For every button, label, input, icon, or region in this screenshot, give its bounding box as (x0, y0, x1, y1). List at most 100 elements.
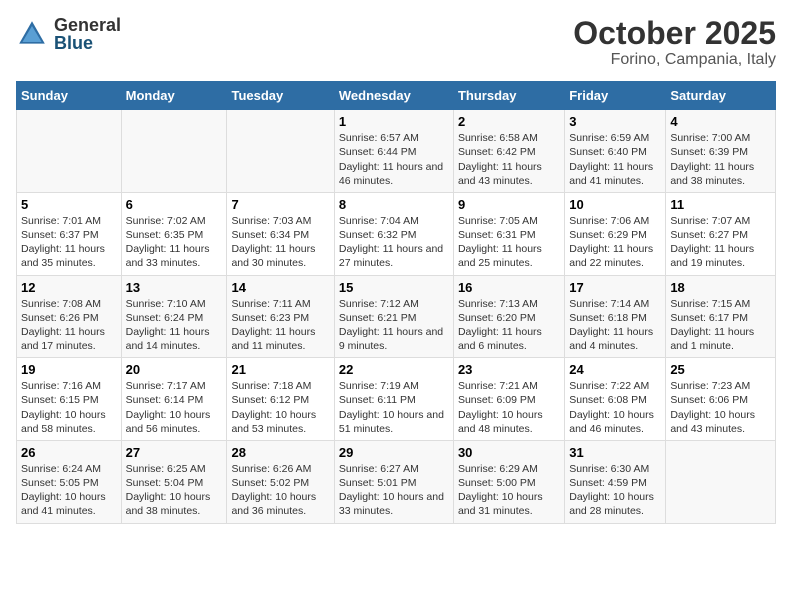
calendar-cell: 13 Sunrise: 7:10 AM Sunset: 6:24 PM Dayli… (121, 275, 227, 358)
calendar-cell: 26Sunrise: 6:24 AM Sunset: 5:05 PM Dayli… (17, 440, 122, 523)
day-info: Sunrise: 6:58 AM Sunset: 6:42 PM Dayligh… (458, 131, 560, 188)
day-info: Sunrise: 6:25 AM Sunset: 5:04 PM Dayligh… (126, 462, 223, 519)
day-number: 4 (670, 114, 771, 129)
calendar-cell (17, 110, 122, 193)
day-info: Sunrise: 7:14 AM Sunset: 6:18 PM Dayligh… (569, 297, 661, 354)
day-number: 23 (458, 362, 560, 377)
logo-general: General (54, 16, 121, 34)
day-number: 11 (670, 197, 771, 212)
day-info: Sunrise: 7:16 AM Sunset: 6:15 PM Dayligh… (21, 379, 117, 436)
days-header-row: SundayMondayTuesdayWednesdayThursdayFrid… (17, 82, 776, 110)
day-number: 6 (126, 197, 223, 212)
page-header: General Blue October 2025 Forino, Campan… (16, 16, 776, 69)
day-info: Sunrise: 6:59 AM Sunset: 6:40 PM Dayligh… (569, 131, 661, 188)
day-info: Sunrise: 7:00 AM Sunset: 6:39 PM Dayligh… (670, 131, 771, 188)
week-row-4: 19Sunrise: 7:16 AM Sunset: 6:15 PM Dayli… (17, 358, 776, 441)
calendar-cell: 14 Sunrise: 7:11 AM Sunset: 6:23 PM Dayli… (227, 275, 334, 358)
header-tuesday: Tuesday (227, 82, 334, 110)
calendar-cell: 16 Sunrise: 7:13 AM Sunset: 6:20 PM Dayli… (453, 275, 564, 358)
calendar-cell: 10 Sunrise: 7:06 AM Sunset: 6:29 PM Dayli… (565, 192, 666, 275)
calendar-cell (227, 110, 334, 193)
calendar-cell: 11 Sunrise: 7:07 AM Sunset: 6:27 PM Dayli… (666, 192, 776, 275)
week-row-2: 5Sunrise: 7:01 AM Sunset: 6:37 PM Daylig… (17, 192, 776, 275)
calendar-cell: 9 Sunrise: 7:05 AM Sunset: 6:31 PM Daylig… (453, 192, 564, 275)
calendar-cell: 1 Sunrise: 6:57 AM Sunset: 6:44 PM Daylig… (334, 110, 453, 193)
day-info: Sunrise: 7:06 AM Sunset: 6:29 PM Dayligh… (569, 214, 661, 271)
day-number: 30 (458, 445, 560, 460)
day-number: 3 (569, 114, 661, 129)
day-info: Sunrise: 7:22 AM Sunset: 6:08 PM Dayligh… (569, 379, 661, 436)
calendar-cell: 5Sunrise: 7:01 AM Sunset: 6:37 PM Daylig… (17, 192, 122, 275)
day-number: 13 (126, 280, 223, 295)
day-number: 8 (339, 197, 449, 212)
day-info: Sunrise: 7:10 AM Sunset: 6:24 PM Dayligh… (126, 297, 223, 354)
calendar-cell: 18Sunrise: 7:15 AM Sunset: 6:17 PM Dayli… (666, 275, 776, 358)
day-info: Sunrise: 7:21 AM Sunset: 6:09 PM Dayligh… (458, 379, 560, 436)
page-title: October 2025 (573, 16, 776, 51)
calendar-cell: 30 Sunrise: 6:29 AM Sunset: 5:00 PM Dayli… (453, 440, 564, 523)
calendar-cell: 31 Sunrise: 6:30 AM Sunset: 4:59 PM Dayli… (565, 440, 666, 523)
logo: General Blue (16, 16, 121, 52)
page-subtitle: Forino, Campania, Italy (573, 51, 776, 69)
calendar-cell: 27 Sunrise: 6:25 AM Sunset: 5:04 PM Dayli… (121, 440, 227, 523)
calendar-cell: 12 Sunrise: 7:08 AM Sunset: 6:26 PM Dayli… (17, 275, 122, 358)
day-info: Sunrise: 6:57 AM Sunset: 6:44 PM Dayligh… (339, 131, 449, 188)
day-number: 25 (670, 362, 771, 377)
day-number: 7 (231, 197, 329, 212)
calendar-cell: 21Sunrise: 7:18 AM Sunset: 6:12 PM Dayli… (227, 358, 334, 441)
day-number: 2 (458, 114, 560, 129)
calendar-cell: 15 Sunrise: 7:12 AM Sunset: 6:21 PM Dayli… (334, 275, 453, 358)
day-info: Sunrise: 6:30 AM Sunset: 4:59 PM Dayligh… (569, 462, 661, 519)
day-info: Sunrise: 7:08 AM Sunset: 6:26 PM Dayligh… (21, 297, 117, 354)
day-number: 22 (339, 362, 449, 377)
calendar-cell: 24Sunrise: 7:22 AM Sunset: 6:08 PM Dayli… (565, 358, 666, 441)
day-number: 31 (569, 445, 661, 460)
logo-icon (16, 18, 48, 50)
header-thursday: Thursday (453, 82, 564, 110)
day-number: 27 (126, 445, 223, 460)
calendar-cell: 2 Sunrise: 6:58 AM Sunset: 6:42 PM Daylig… (453, 110, 564, 193)
day-info: Sunrise: 6:29 AM Sunset: 5:00 PM Dayligh… (458, 462, 560, 519)
title-block: October 2025 Forino, Campania, Italy (573, 16, 776, 69)
day-info: Sunrise: 7:23 AM Sunset: 6:06 PM Dayligh… (670, 379, 771, 436)
calendar-cell: 28Sunrise: 6:26 AM Sunset: 5:02 PM Dayli… (227, 440, 334, 523)
day-info: Sunrise: 7:04 AM Sunset: 6:32 PM Dayligh… (339, 214, 449, 271)
day-info: Sunrise: 7:15 AM Sunset: 6:17 PM Dayligh… (670, 297, 771, 354)
day-info: Sunrise: 7:05 AM Sunset: 6:31 PM Dayligh… (458, 214, 560, 271)
calendar-cell: 29 Sunrise: 6:27 AM Sunset: 5:01 PM Dayli… (334, 440, 453, 523)
week-row-5: 26Sunrise: 6:24 AM Sunset: 5:05 PM Dayli… (17, 440, 776, 523)
day-number: 1 (339, 114, 449, 129)
calendar-cell: 25 Sunrise: 7:23 AM Sunset: 6:06 PM Dayli… (666, 358, 776, 441)
header-wednesday: Wednesday (334, 82, 453, 110)
calendar-cell: 8 Sunrise: 7:04 AM Sunset: 6:32 PM Daylig… (334, 192, 453, 275)
day-number: 28 (231, 445, 329, 460)
day-info: Sunrise: 7:02 AM Sunset: 6:35 PM Dayligh… (126, 214, 223, 271)
header-monday: Monday (121, 82, 227, 110)
calendar-cell: 19Sunrise: 7:16 AM Sunset: 6:15 PM Dayli… (17, 358, 122, 441)
day-number: 9 (458, 197, 560, 212)
calendar-cell (666, 440, 776, 523)
day-number: 21 (231, 362, 329, 377)
calendar-cell: 17 Sunrise: 7:14 AM Sunset: 6:18 PM Dayli… (565, 275, 666, 358)
day-number: 12 (21, 280, 117, 295)
day-info: Sunrise: 7:17 AM Sunset: 6:14 PM Dayligh… (126, 379, 223, 436)
day-number: 10 (569, 197, 661, 212)
day-info: Sunrise: 7:07 AM Sunset: 6:27 PM Dayligh… (670, 214, 771, 271)
day-number: 20 (126, 362, 223, 377)
calendar-cell: 6 Sunrise: 7:02 AM Sunset: 6:35 PM Daylig… (121, 192, 227, 275)
calendar-cell: 20 Sunrise: 7:17 AM Sunset: 6:14 PM Dayli… (121, 358, 227, 441)
calendar-cell: 23 Sunrise: 7:21 AM Sunset: 6:09 PM Dayli… (453, 358, 564, 441)
day-number: 17 (569, 280, 661, 295)
day-info: Sunrise: 7:12 AM Sunset: 6:21 PM Dayligh… (339, 297, 449, 354)
day-info: Sunrise: 7:13 AM Sunset: 6:20 PM Dayligh… (458, 297, 560, 354)
calendar-cell (121, 110, 227, 193)
day-number: 16 (458, 280, 560, 295)
day-number: 14 (231, 280, 329, 295)
day-info: Sunrise: 6:27 AM Sunset: 5:01 PM Dayligh… (339, 462, 449, 519)
calendar-cell: 7Sunrise: 7:03 AM Sunset: 6:34 PM Daylig… (227, 192, 334, 275)
day-number: 15 (339, 280, 449, 295)
header-sunday: Sunday (17, 82, 122, 110)
week-row-1: 1 Sunrise: 6:57 AM Sunset: 6:44 PM Daylig… (17, 110, 776, 193)
day-number: 29 (339, 445, 449, 460)
day-info: Sunrise: 7:11 AM Sunset: 6:23 PM Dayligh… (231, 297, 329, 354)
